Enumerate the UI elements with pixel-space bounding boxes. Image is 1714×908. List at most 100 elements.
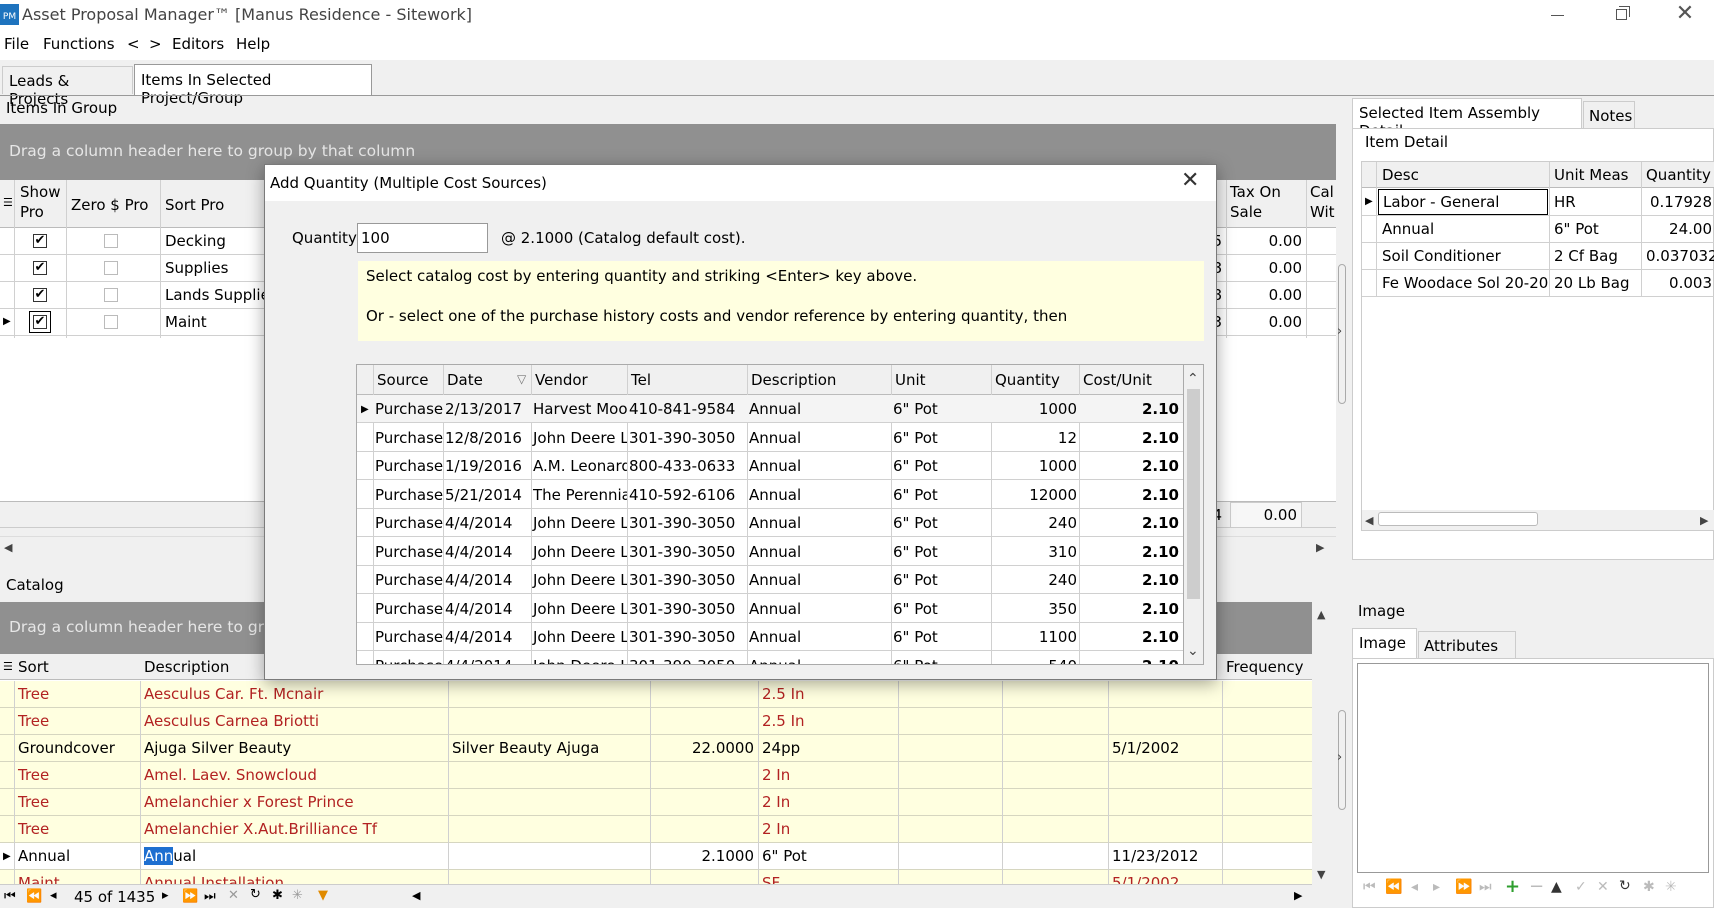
- catalog-date-cell[interactable]: 11/23/2012: [1108, 843, 1220, 869]
- dialog-header-quantity[interactable]: Quantity: [991, 367, 1079, 393]
- item-tax-cell[interactable]: 0.00: [1226, 255, 1306, 281]
- star-icon[interactable]: ✱: [1643, 879, 1655, 895]
- next-page-image-icon[interactable]: ⏩: [1455, 879, 1472, 895]
- tab-assembly-detail[interactable]: Selected Item Assembly Detail: [1352, 98, 1582, 140]
- show-pro-checkbox[interactable]: ✔: [29, 311, 51, 333]
- scroll-right-icon[interactable]: ▶: [1700, 514, 1708, 527]
- dialog-header-cost[interactable]: Cost/Unit: [1079, 367, 1181, 393]
- item-tax-cell[interactable]: 0.00: [1226, 309, 1306, 335]
- minimize-button[interactable]: [1545, 6, 1569, 24]
- catalog-description-cell[interactable]: Amelanchier x Forest Prince: [140, 789, 446, 815]
- cancel-edit-icon[interactable]: ✕: [1597, 879, 1609, 895]
- catalog-description-cell[interactable]: Aesculus Car. Ft. Mcnair: [140, 681, 446, 707]
- zero-pro-checkbox[interactable]: [104, 261, 118, 275]
- scroll-right-icon[interactable]: ▶: [1316, 541, 1324, 554]
- filter-star-icon[interactable]: ✳: [1665, 879, 1677, 895]
- catalog-unit-cell[interactable]: 6" Pot: [758, 843, 896, 869]
- first-record-icon[interactable]: ⏮: [4, 889, 16, 904]
- catalog-header-sort[interactable]: Sort: [14, 654, 139, 680]
- items-group-vscroll[interactable]: ›: [1336, 124, 1348, 562]
- last-image-icon[interactable]: ⏭: [1479, 879, 1492, 895]
- detail-header-quantity[interactable]: Quantity: [1642, 162, 1714, 188]
- column-chooser-icon[interactable]: ☰: [3, 196, 13, 209]
- catalog-description-cell[interactable]: Annual Installation: [140, 870, 446, 884]
- detail-quantity-cell[interactable]: 0.003: [1642, 270, 1714, 296]
- zero-pro-checkbox[interactable]: [104, 288, 118, 302]
- catalog-vscroll[interactable]: ▲ ▼: [1312, 602, 1334, 884]
- last-record-icon[interactable]: ⏭: [204, 889, 216, 904]
- catalog-sort-cell[interactable]: Annual: [14, 843, 139, 869]
- item-tax-cell[interactable]: 0.00: [1226, 282, 1306, 308]
- tab-leads-projects[interactable]: Leads & Projects: [2, 66, 133, 108]
- show-pro-checkbox[interactable]: ✔: [33, 288, 47, 302]
- catalog-unit-cell[interactable]: SF: [758, 870, 896, 884]
- cancel-icon[interactable]: ✕: [228, 888, 239, 903]
- catalog-sort-cell[interactable]: Tree: [14, 789, 139, 815]
- image-panel-splitter[interactable]: ›: [1336, 700, 1348, 820]
- menu-help[interactable]: Help: [236, 35, 270, 53]
- catalog-unit-cell[interactable]: 2 In: [758, 789, 896, 815]
- dialog-header-description[interactable]: Description: [747, 367, 891, 393]
- tab-attributes[interactable]: Attributes: [1418, 631, 1516, 658]
- catalog-cost-cell[interactable]: 22.0000: [650, 735, 758, 761]
- catalog-unit-cell[interactable]: 2 In: [758, 762, 896, 788]
- detail-unit-cell[interactable]: 20 Lb Bag: [1550, 270, 1640, 296]
- catalog-description-cell[interactable]: Aesculus Carnea Briotti: [140, 708, 446, 734]
- tab-items-in-project[interactable]: Items In Selected Project/Group: [134, 64, 372, 107]
- next-record-icon[interactable]: ▸: [162, 888, 169, 903]
- dialog-header-tel[interactable]: Tel: [627, 367, 747, 393]
- catalog-unit-cell[interactable]: 2.5 In: [758, 681, 896, 707]
- detail-unit-cell[interactable]: HR: [1550, 189, 1640, 215]
- splitter-arrow-icon[interactable]: ›: [1337, 750, 1342, 765]
- menu-functions[interactable]: Functions: [43, 35, 115, 53]
- dialog-header-vendor[interactable]: Vendor: [531, 367, 627, 393]
- menu-back[interactable]: <: [127, 35, 140, 53]
- detail-unit-cell[interactable]: 2 Cf Bag: [1550, 243, 1640, 269]
- dialog-header-source[interactable]: Source: [373, 367, 443, 393]
- scroll-up-icon[interactable]: ▲: [1317, 608, 1325, 621]
- detail-quantity-cell[interactable]: 0.17928: [1642, 189, 1714, 215]
- menu-file[interactable]: File: [4, 35, 29, 53]
- header-tax-on-sale[interactable]: Tax On Sale: [1226, 182, 1306, 222]
- prev-image-icon[interactable]: ◂: [1411, 879, 1418, 895]
- catalog-header-frequency[interactable]: Frequency: [1222, 654, 1312, 680]
- zero-pro-checkbox[interactable]: [104, 234, 118, 248]
- confirm-icon[interactable]: ✓: [1575, 879, 1587, 895]
- star-icon[interactable]: ✱: [272, 888, 283, 903]
- item-sort-cell[interactable]: Lands Supplies: [161, 282, 265, 308]
- quantity-input[interactable]: [357, 223, 488, 253]
- catalog-description-cell[interactable]: Amelanchier X.Aut.Brilliance Tf: [140, 816, 446, 842]
- item-sort-cell[interactable]: Supplies: [161, 255, 265, 281]
- detail-quantity-cell[interactable]: 0.037032: [1642, 243, 1714, 269]
- show-pro-checkbox[interactable]: ✔: [33, 234, 47, 248]
- scroll-right-icon[interactable]: ▶: [1294, 889, 1302, 902]
- catalog-unit-cell[interactable]: 2 In: [758, 816, 896, 842]
- detail-quantity-cell[interactable]: 24.00: [1642, 216, 1714, 242]
- catalog-unit-cell[interactable]: 24pp: [758, 735, 896, 761]
- catalog-description-cell[interactable]: Ajuga Silver Beauty: [140, 735, 446, 761]
- catalog-cost-cell[interactable]: 2.1000: [650, 843, 758, 869]
- dialog-close-button[interactable]: ✕: [1181, 168, 1199, 193]
- catalog-sort-cell[interactable]: Maint: [14, 870, 139, 884]
- header-calc-with[interactable]: Cal Wit: [1306, 182, 1336, 222]
- scroll-down-icon[interactable]: ▼: [1317, 868, 1325, 881]
- dialog-grid-vscroll[interactable]: ⌃ ⌄: [1184, 364, 1204, 665]
- splitter-arrow-icon[interactable]: ›: [1337, 324, 1342, 339]
- close-window-button[interactable]: ✕: [1672, 0, 1698, 28]
- catalog-sort-cell[interactable]: Tree: [14, 816, 139, 842]
- scroll-left-icon[interactable]: ◀: [412, 889, 420, 902]
- detail-desc-cell[interactable]: Soil Conditioner: [1378, 243, 1548, 269]
- scroll-up-icon[interactable]: ⌃: [1187, 371, 1199, 387]
- catalog-column-chooser-icon[interactable]: ☰: [3, 660, 13, 673]
- header-sort-pro[interactable]: Sort Pro: [161, 192, 261, 218]
- first-image-icon[interactable]: ⏮: [1363, 879, 1376, 895]
- dialog-header-unit[interactable]: Unit: [891, 367, 991, 393]
- catalog-date-cell[interactable]: 5/1/2002: [1108, 735, 1220, 761]
- item-sort-cell[interactable]: Maint: [161, 309, 265, 335]
- menu-forward[interactable]: >: [149, 35, 162, 53]
- catalog-description-cell[interactable]: Annual: [140, 843, 446, 869]
- refresh-icon[interactable]: ↻: [250, 887, 261, 902]
- remove-image-icon[interactable]: −: [1529, 876, 1544, 897]
- header-zero-pro[interactable]: Zero $ Pro: [67, 192, 159, 218]
- header-show-pro[interactable]: Show Pro: [16, 182, 64, 222]
